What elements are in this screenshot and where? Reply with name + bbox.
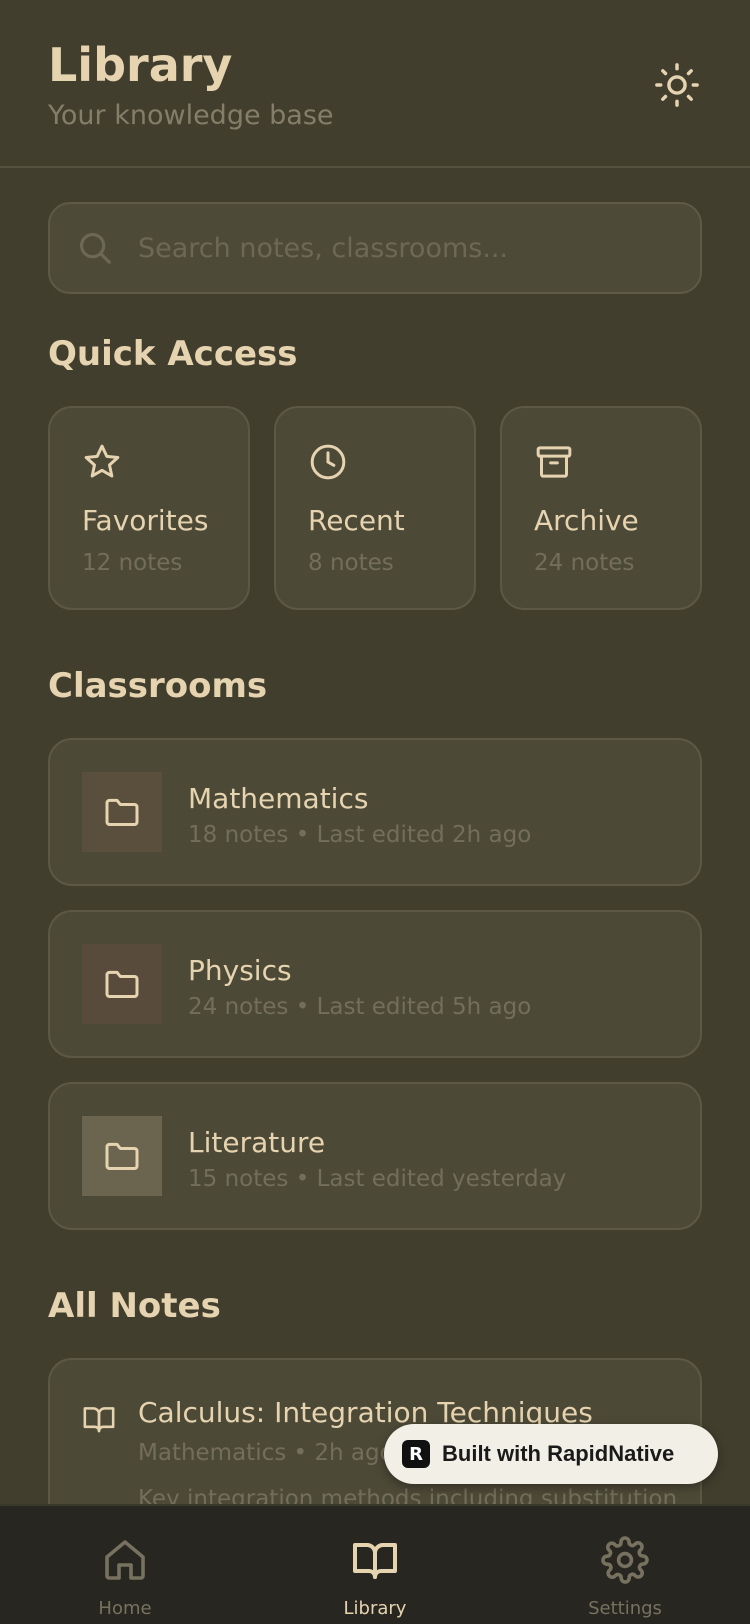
- folder-icon: [105, 798, 139, 826]
- quick-access-label: Favorites: [82, 504, 209, 537]
- built-with-badge[interactable]: R Built with RapidNative: [384, 1424, 718, 1484]
- tab-label: Library: [343, 1598, 407, 1619]
- tab-library[interactable]: Library: [250, 1506, 500, 1624]
- search-bar[interactable]: [48, 202, 702, 294]
- search-icon: [76, 228, 116, 268]
- archive-icon: [536, 446, 572, 478]
- classroom-name: Mathematics: [188, 782, 369, 815]
- tab-label: Home: [98, 1598, 152, 1619]
- folder-icon-box: [82, 1116, 162, 1196]
- tab-home[interactable]: Home: [0, 1506, 250, 1624]
- tab-settings[interactable]: Settings: [500, 1506, 750, 1624]
- rapidnative-logo-icon: R: [402, 1440, 430, 1468]
- classroom-meta: 15 notes • Last edited yesterday: [188, 1166, 567, 1192]
- note-meta: Mathematics • 2h ago: [138, 1440, 394, 1466]
- badge-text: Built with RapidNative: [442, 1441, 675, 1466]
- quick-access-title: Quick Access: [48, 334, 298, 374]
- classroom-card-literature[interactable]: Literature 15 notes • Last edited yester…: [48, 1082, 702, 1230]
- quick-access-count: 8 notes: [308, 550, 394, 576]
- search-input[interactable]: [138, 232, 678, 264]
- gear-icon: [601, 1536, 649, 1584]
- home-icon: [105, 1540, 145, 1580]
- header: Library Your knowledge base: [0, 0, 750, 168]
- quick-access-count: 12 notes: [82, 550, 183, 576]
- clock-icon: [310, 444, 346, 480]
- all-notes-title: All Notes: [48, 1286, 221, 1326]
- quick-access-favorites[interactable]: Favorites 12 notes: [48, 406, 250, 610]
- page-subtitle: Your knowledge base: [48, 100, 334, 131]
- classroom-meta: 18 notes • Last edited 2h ago: [188, 822, 532, 848]
- classroom-name: Physics: [188, 954, 292, 987]
- classroom-meta: 24 notes • Last edited 5h ago: [188, 994, 532, 1020]
- classroom-card-physics[interactable]: Physics 24 notes • Last edited 5h ago: [48, 910, 702, 1058]
- book-icon: [353, 1543, 397, 1579]
- folder-icon: [105, 970, 139, 998]
- book-open-icon: [83, 1407, 115, 1433]
- theme-toggle-button[interactable]: [652, 60, 702, 110]
- folder-icon: [105, 1142, 139, 1170]
- classrooms-title: Classrooms: [48, 666, 268, 706]
- star-icon: [84, 444, 120, 478]
- tab-bar: Home Library Settings: [0, 1504, 750, 1624]
- quick-access-archive[interactable]: Archive 24 notes: [500, 406, 702, 610]
- sun-icon: [655, 63, 699, 107]
- folder-icon-box: [82, 772, 162, 852]
- classroom-name: Literature: [188, 1126, 326, 1159]
- tab-label: Settings: [588, 1598, 662, 1619]
- classroom-card-mathematics[interactable]: Mathematics 18 notes • Last edited 2h ag…: [48, 738, 702, 886]
- page-title: Library: [48, 38, 233, 92]
- folder-icon-box: [82, 944, 162, 1024]
- quick-access-label: Archive: [534, 504, 639, 537]
- quick-access-label: Recent: [308, 504, 405, 537]
- quick-access-count: 24 notes: [534, 550, 635, 576]
- quick-access-recent[interactable]: Recent 8 notes: [274, 406, 476, 610]
